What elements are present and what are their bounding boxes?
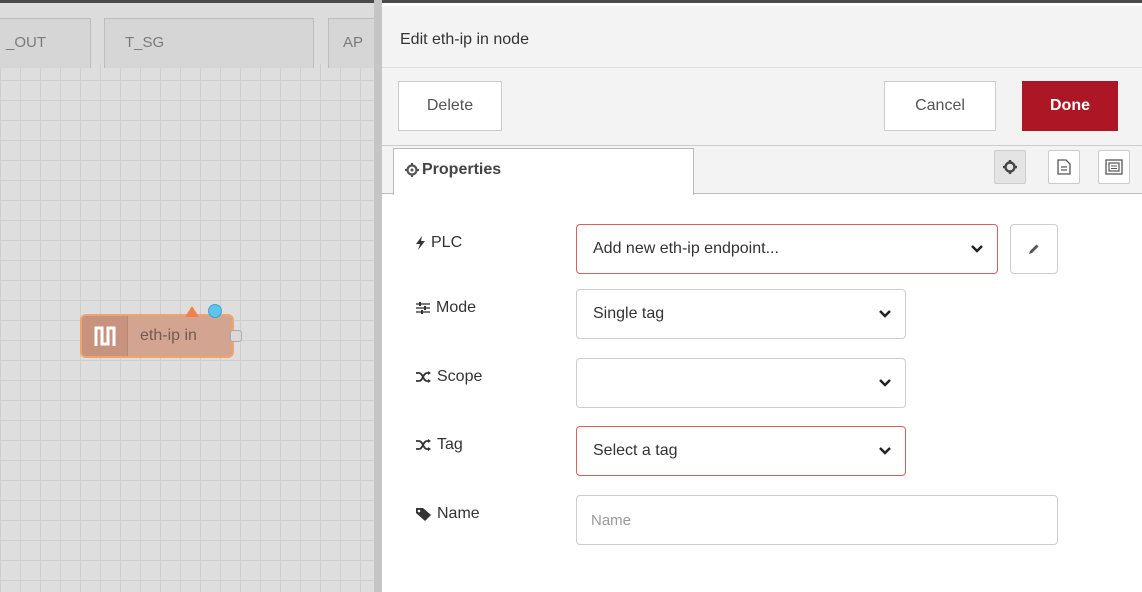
chevron-down-icon [879,379,891,387]
tag-select[interactable]: Select a tag [576,426,906,476]
mode-label: Mode [416,299,476,317]
name-label: Name [416,505,480,523]
node-appearance-button[interactable] [1098,150,1130,184]
delete-button[interactable]: Delete [398,81,502,131]
scope-select[interactable] [576,358,906,408]
plc-row: PLC Add new eth-ip endpoint... [382,224,1142,274]
chevron-down-icon [879,310,891,318]
node-icon-area [82,316,128,356]
node-description-button[interactable] [1048,150,1080,184]
plc-select[interactable]: Add new eth-ip endpoint... [576,224,998,274]
node-label: eth-ip in [140,327,197,344]
workspace-tab[interactable]: _OUT [0,18,91,68]
editor-tray: Edit eth-ip in node Delete Cancel Done P… [382,0,1142,592]
shuffle-icon [416,371,431,383]
sliders-icon [416,302,430,314]
gear-icon [1003,160,1017,174]
name-row: Name [382,495,1142,545]
tray-header: Edit eth-ip in node [382,6,1142,68]
cancel-button[interactable]: Cancel [884,81,996,131]
changed-dot-icon [208,304,222,318]
node-properties-button[interactable] [994,150,1026,184]
warning-triangle-icon [185,306,199,317]
scope-row: Scope [382,358,1142,408]
workspace-tab-bar: _OUT T_SG AP [0,0,374,68]
done-button[interactable]: Done [1022,81,1118,131]
workspace-tab[interactable]: AP [328,18,374,68]
shuffle-icon [416,439,431,451]
plc-label: PLC [416,234,462,252]
chevron-down-icon [879,447,891,455]
tab-label: Properties [422,161,502,178]
appearance-icon [1105,159,1123,175]
mode-select-value: Single tag [593,305,665,322]
tag-icon [416,507,431,521]
tag-select-value: Select a tag [593,442,678,459]
tray-toolbar: Delete Cancel Done [382,68,1142,146]
bolt-icon [416,236,425,250]
scope-label: Scope [416,368,482,386]
tag-label: Tag [416,436,463,454]
flow-node-eth-ip-in[interactable]: eth-ip in [80,304,242,358]
mode-select[interactable]: Single tag [576,289,906,339]
workspace-canvas[interactable]: _OUT T_SG AP eth-ip in [0,0,374,592]
pencil-icon [1029,244,1039,254]
mode-row: Mode Single tag [382,289,1142,339]
pulse-icon [94,326,115,346]
description-icon [1057,159,1071,175]
workspace-tab[interactable]: T_SG [104,18,314,68]
tray-title: Edit eth-ip in node [400,31,529,48]
tag-row: Tag Select a tag [382,426,1142,476]
chevron-down-icon [971,245,983,253]
gear-icon [405,163,419,177]
plc-select-value: Add new eth-ip endpoint... [593,240,779,257]
edit-plc-button[interactable] [1010,224,1058,274]
node-output-port[interactable] [230,330,242,342]
tray-resize-handle[interactable] [374,0,382,592]
editor-tabs: Properties [382,146,1142,195]
tab-properties[interactable]: Properties [393,148,694,195]
name-input[interactable] [576,495,1058,545]
